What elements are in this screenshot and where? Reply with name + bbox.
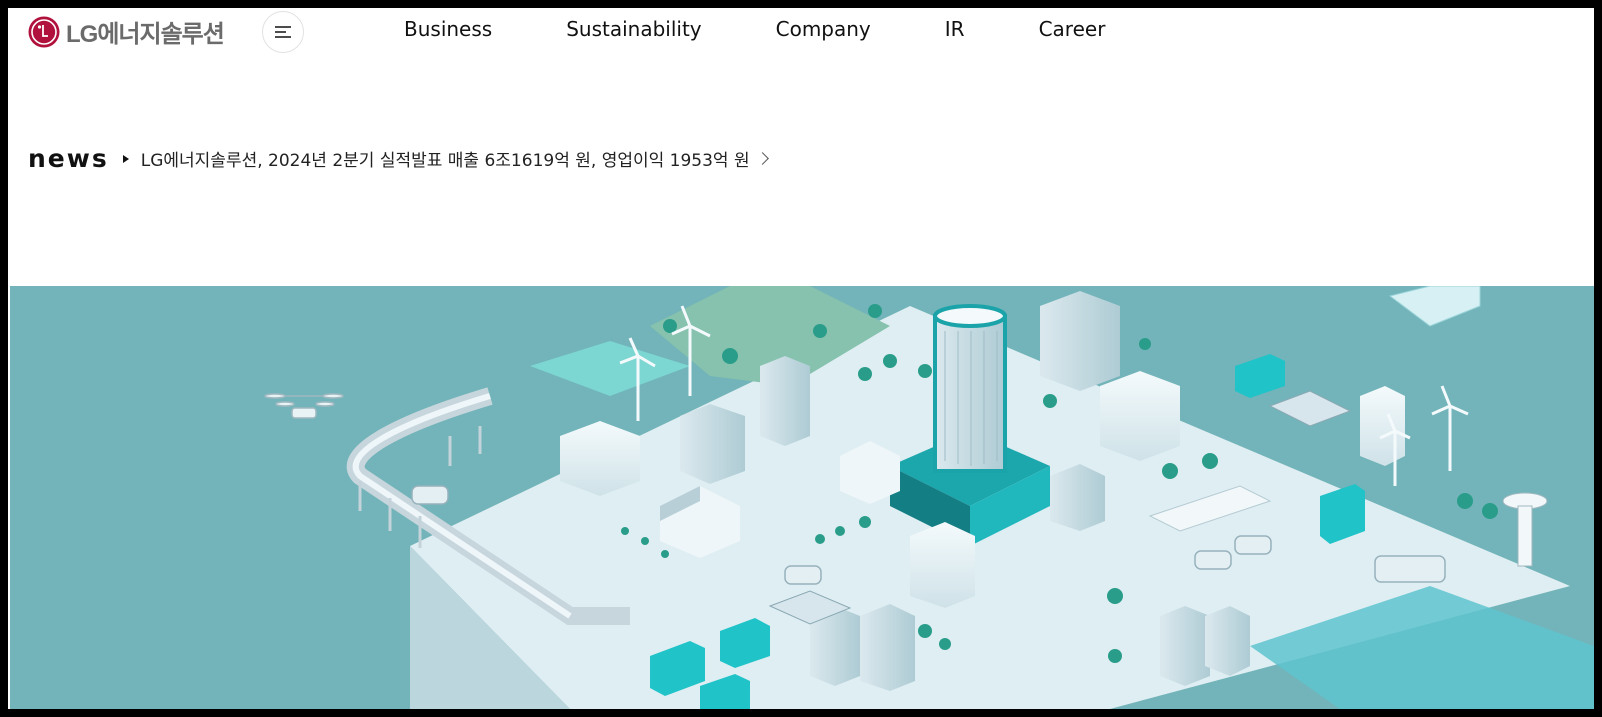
site-header: LG에너지솔루션 Business Sustainability Company…: [8, 8, 1594, 68]
triangle-right-icon: [122, 154, 129, 163]
hamburger-icon: [275, 26, 291, 38]
nav-ir[interactable]: IR: [945, 14, 965, 44]
news-ticker: news LG에너지솔루션, 2024년 2분기 실적발표 매출 6조1619억…: [28, 144, 769, 173]
nav-career[interactable]: Career: [1039, 14, 1106, 44]
drone: [264, 393, 344, 419]
hero-banner: [10, 286, 1594, 709]
main-nav: Business Sustainability Company IR Caree…: [404, 14, 1179, 44]
lg-logo-icon: [28, 16, 60, 47]
news-headline-link[interactable]: LG에너지솔루션, 2024년 2분기 실적발표 매출 6조1619억 원, 영…: [141, 146, 750, 171]
chevron-right-icon[interactable]: [755, 152, 769, 165]
logo-text: LG에너지솔루션: [66, 21, 225, 48]
smart-city-illustration: [264, 286, 1594, 709]
menu-button[interactable]: [262, 11, 304, 53]
nav-company[interactable]: Company: [776, 14, 871, 44]
page: LG에너지솔루션 Business Sustainability Company…: [8, 8, 1594, 709]
nav-business[interactable]: Business: [404, 14, 492, 44]
news-label: news: [28, 144, 109, 173]
lg-logo[interactable]: LG에너지솔루션: [28, 14, 225, 49]
nav-sustainability[interactable]: Sustainability: [566, 14, 701, 44]
water-tower: [1502, 492, 1548, 567]
